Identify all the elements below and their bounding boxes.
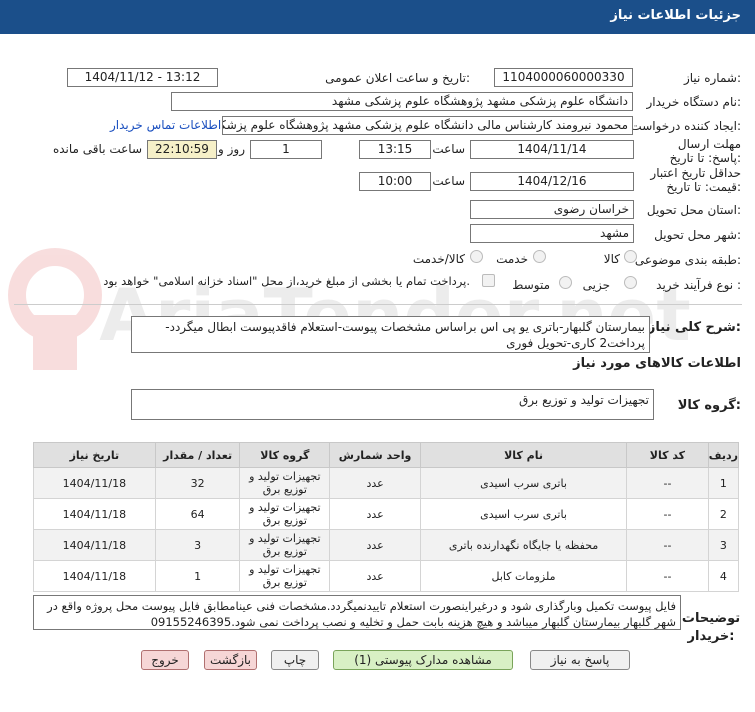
validity-time-label: ساعت <box>432 174 465 188</box>
announce-date-field[interactable]: 1404/11/12 - 13:12 <box>67 68 218 87</box>
city-field[interactable]: مشهد <box>470 224 634 243</box>
need-number-field[interactable]: 1104000060000330 <box>494 68 633 87</box>
goods-section-title: اطلاعات کالاهای مورد نیاز <box>573 356 741 371</box>
cell-item-name: ملزومات کابل <box>419 560 628 592</box>
cell-row-number: 2 <box>707 498 740 530</box>
reply-date-field[interactable]: 1404/11/14 <box>470 140 634 159</box>
cell-row-number: 3 <box>707 529 740 561</box>
cell-item-name: باتری سرب اسیدی <box>419 467 628 499</box>
cell-quantity: 32 <box>154 467 241 499</box>
category-option-service: خدمت <box>496 252 528 266</box>
table-row: 3 -- محفظه یا جایگاه نگهدارنده باتری عدد… <box>33 529 740 561</box>
days-label: روز و <box>218 142 245 156</box>
process-radio-medium[interactable] <box>559 276 572 289</box>
col-row-number: ردیف <box>707 442 740 468</box>
goods-table-header: ردیف کد کالا نام کالا واحد شمارش گروه کا… <box>33 442 740 468</box>
process-option-minor: جزیی <box>582 278 610 292</box>
cell-item-name: محفظه یا جایگاه نگهدارنده باتری <box>419 529 628 561</box>
requester-field[interactable]: محمود نیرومند کارشناس مالی دانشگاه علوم … <box>222 116 633 135</box>
requester-label: ایجاد کننده درخواست: <box>630 119 741 133</box>
cell-need-date: 1404/11/18 <box>33 498 156 530</box>
buyer-notes-label: توضیحات خریدار: <box>681 611 741 644</box>
validity-label: حداقل تاریخ اعتبار قیمت: تا تاریخ: <box>650 166 741 194</box>
section-divider <box>14 304 742 305</box>
summary-label: شرح کلی نیاز: <box>647 320 741 335</box>
category-option-goods: کالا <box>603 252 620 266</box>
category-label: طبقه بندی موضوعی: <box>634 253 741 267</box>
cell-quantity: 1 <box>154 560 241 592</box>
validity-date-field[interactable]: 1404/12/16 <box>470 172 634 191</box>
table-row: 2 -- باتری سرب اسیدی عدد تجهیزات تولید و… <box>33 498 740 530</box>
cell-item-group: تجهیزات تولید و توزیع برق <box>239 560 331 592</box>
province-field[interactable]: خراسان رضوی <box>470 200 634 219</box>
announce-label: تاریخ و ساعت اعلان عمومی: <box>325 71 470 85</box>
cell-quantity: 3 <box>154 529 241 561</box>
cell-unit: عدد <box>329 467 421 499</box>
cell-unit: عدد <box>329 560 421 592</box>
cell-row-number: 4 <box>707 560 740 592</box>
exit-button[interactable]: خروج <box>141 650 189 670</box>
buyer-notes-textarea[interactable]: فایل پیوست تکمیل وبارگذاری شود و درغیرای… <box>33 595 681 630</box>
cell-item-code: -- <box>626 529 709 561</box>
validity-time-field[interactable]: 10:00 <box>359 172 431 191</box>
buyer-contact-link[interactable]: اطلاعات تماس خریدار <box>110 118 221 132</box>
table-row: 1 -- باتری سرب اسیدی عدد تجهیزات تولید و… <box>33 467 740 499</box>
view-attachments-button[interactable]: مشاهده مدارک پیوستی (1) <box>333 650 513 670</box>
cell-row-number: 1 <box>707 467 740 499</box>
cell-item-code: -- <box>626 498 709 530</box>
col-quantity: تعداد / مقدار <box>154 442 241 468</box>
process-label: نوع فرآیند خرید : <box>656 278 741 292</box>
cell-need-date: 1404/11/18 <box>33 560 156 592</box>
category-radio-goods[interactable] <box>624 250 637 263</box>
goods-group-label: گروه کالا: <box>677 398 741 413</box>
goods-group-textarea[interactable]: تجهیزات تولید و توزیع برق <box>131 389 654 420</box>
cell-unit: عدد <box>329 498 421 530</box>
cell-quantity: 64 <box>154 498 241 530</box>
col-item-group: گروه کالا <box>239 442 331 468</box>
reply-time-label: ساعت <box>432 142 465 156</box>
province-label: استان محل تحویل: <box>646 203 741 217</box>
buyer-org-label: نام دستگاه خریدار: <box>646 95 742 109</box>
reply-to-need-button[interactable]: پاسخ به نیاز <box>530 650 630 670</box>
cell-item-name: باتری سرب اسیدی <box>419 498 628 530</box>
cell-need-date: 1404/11/18 <box>33 529 156 561</box>
cell-item-code: -- <box>626 467 709 499</box>
remaining-label: ساعت باقی مانده <box>52 142 142 156</box>
back-button[interactable]: بازگشت <box>204 650 257 670</box>
print-button[interactable]: چاپ <box>271 650 319 670</box>
cell-need-date: 1404/11/18 <box>33 467 156 499</box>
col-item-name: نام کالا <box>419 442 628 468</box>
cell-item-group: تجهیزات تولید و توزیع برق <box>239 529 331 561</box>
reply-deadline-label: مهلت ارسال پاسخ: تا تاریخ: <box>669 137 741 165</box>
days-field[interactable]: 1 <box>250 140 322 159</box>
treasury-payment-note: پرداخت تمام یا بخشی از مبلغ خرید،از محل … <box>103 274 470 288</box>
category-radio-service[interactable] <box>533 250 546 263</box>
page-title: جزئیات اطلاعات نیاز <box>610 8 741 23</box>
cell-item-group: تجهیزات تولید و توزیع برق <box>239 498 331 530</box>
page-header: جزئیات اطلاعات نیاز <box>0 0 755 34</box>
remaining-time-field: 22:10:59 <box>147 140 217 159</box>
city-label: شهر محل تحویل: <box>654 228 741 242</box>
need-number-label: شماره نیاز: <box>683 71 741 85</box>
summary-textarea[interactable]: بیمارستان گلبهار-باتری یو پی اس براساس م… <box>131 316 650 353</box>
category-radio-goods-service[interactable] <box>470 250 483 263</box>
col-unit: واحد شمارش <box>329 442 421 468</box>
col-need-date: تاریخ نیاز <box>33 442 156 468</box>
reply-time-field[interactable]: 13:15 <box>359 140 431 159</box>
table-row: 4 -- ملزومات کابل عدد تجهیزات تولید و تو… <box>33 560 740 592</box>
cell-item-group: تجهیزات تولید و توزیع برق <box>239 467 331 499</box>
treasury-payment-checkbox[interactable] <box>482 274 495 287</box>
goods-table: ردیف کد کالا نام کالا واحد شمارش گروه کا… <box>33 442 740 592</box>
process-option-medium: متوسط <box>512 278 550 292</box>
col-item-code: کد کالا <box>626 442 709 468</box>
process-radio-minor[interactable] <box>624 276 637 289</box>
category-option-goods-service: کالا/خدمت <box>412 252 465 266</box>
cell-unit: عدد <box>329 529 421 561</box>
buyer-org-field[interactable]: دانشگاه علوم پزشکی مشهد پژوهشگاه علوم پز… <box>171 92 633 111</box>
cell-item-code: -- <box>626 560 709 592</box>
